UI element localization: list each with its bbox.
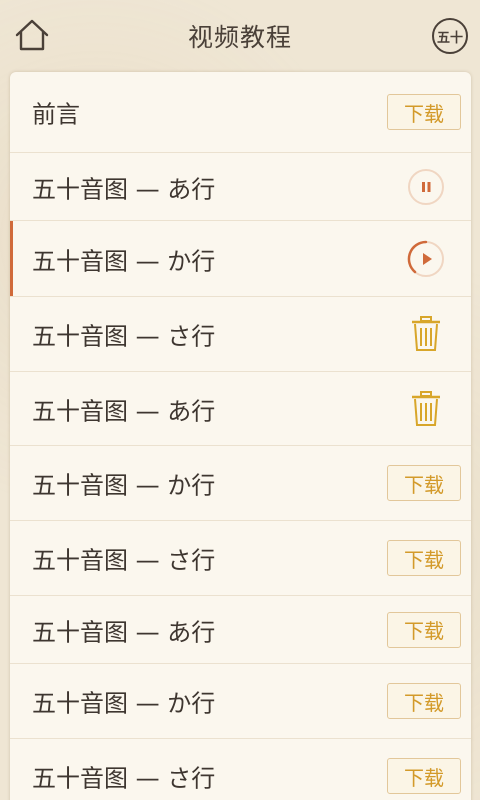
active-marker [10,221,13,296]
list-item[interactable]: 五十音图 — さ行 [10,297,471,372]
list-item-title: 五十音图 — か行 [32,471,216,500]
logo-button[interactable]: 五十 [432,18,468,54]
list-item-title: 五十音图 — さ行 [32,322,216,351]
top-bar: 视频教程 五十 [0,0,480,72]
delete-button[interactable] [407,390,445,428]
delete-button[interactable] [407,315,445,353]
list-item[interactable]: 前言 下载 [10,72,471,153]
list-item[interactable]: 五十音图 — あ行 [10,372,471,446]
download-button[interactable]: 下载 [387,611,461,648]
list-item[interactable]: 五十音图 — さ行 下载 [10,521,471,596]
logo-icon: 五十 [436,30,463,46]
download-button[interactable]: 下载 [387,683,461,719]
play-button[interactable] [407,240,445,278]
trash-icon [412,390,440,426]
download-button[interactable]: 下载 [387,758,461,794]
download-button[interactable]: 下载 [387,94,461,130]
list-item-title: 五十音图 — さ行 [32,546,216,575]
list-item-title: 五十音图 — さ行 [32,764,216,793]
pause-icon [408,168,444,205]
video-list: 前言 下载 五十音图 — あ行 五十音图 — か行 五十音图 — さ行 五十音图… [10,72,471,800]
list-item[interactable]: 五十音图 — か行 下载 [10,446,471,521]
list-item[interactable]: 五十音图 — か行 下载 [10,664,471,739]
play-icon [407,240,444,277]
list-item-title: 五十音图 — か行 [32,247,216,275]
list-item-title: 五十音图 — あ行 [32,397,216,425]
download-button[interactable]: 下载 [387,465,461,501]
list-item[interactable]: 五十音图 — さ行 下载 [10,739,471,800]
list-item-title: 五十音图 — あ行 [32,175,216,203]
trash-icon [412,316,440,351]
pause-button[interactable] [407,168,445,206]
list-item[interactable]: 五十音图 — あ行 下载 [10,596,471,664]
list-item-title: 五十音图 — か行 [32,689,216,718]
list-item[interactable]: 五十音图 — か行 [10,221,471,297]
download-button[interactable]: 下载 [387,540,461,576]
page-title: 视频教程 [187,23,292,52]
list-item-title: 五十音图 — あ行 [32,618,216,646]
list-item[interactable]: 五十音图 — あ行 [10,153,471,221]
list-item-title: 前言 [32,100,80,129]
